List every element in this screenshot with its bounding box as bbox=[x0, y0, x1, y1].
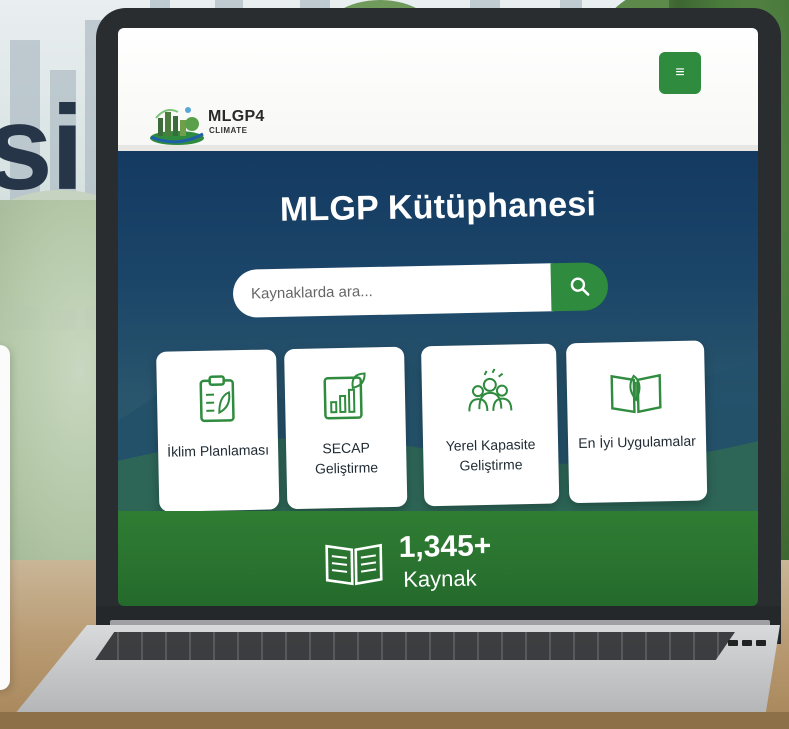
category-card-yerel-kapasite[interactable]: Yerel Kapasite Geliştirme bbox=[421, 343, 560, 507]
clipboard-leaf-icon bbox=[157, 373, 278, 426]
chart-growth-icon bbox=[285, 371, 406, 424]
background-partial-heading: si bbox=[0, 81, 84, 215]
usb-port bbox=[742, 640, 752, 646]
logo-city-leaf-icon bbox=[150, 107, 204, 145]
category-label: SECAP Geliştirme bbox=[314, 439, 379, 477]
category-label: En İyi Uygulamalar bbox=[578, 432, 696, 452]
logo-title: MLGP4 bbox=[208, 108, 265, 125]
usb-port bbox=[756, 640, 766, 646]
search-input[interactable] bbox=[232, 263, 554, 318]
search-button[interactable] bbox=[550, 262, 609, 312]
resource-count-stat: 1,345+ Kaynak bbox=[322, 528, 583, 603]
laptop-keyboard bbox=[95, 632, 735, 660]
people-group-icon bbox=[422, 368, 558, 421]
resource-count: 1,345+ bbox=[398, 529, 492, 564]
menu-button[interactable]: ≡ bbox=[659, 52, 701, 94]
search-bar bbox=[232, 262, 609, 318]
site-header: MLGP4 CLIMATE ≡ bbox=[118, 28, 758, 151]
resource-count-label: Kaynak bbox=[403, 565, 477, 592]
category-label: Yerel Kapasite Geliştirme bbox=[445, 435, 536, 474]
laptop-screen: MLGP4 CLIMATE ≡ MLGP Kütüphanesi Kaynakl… bbox=[118, 28, 758, 606]
logo-subtitle: CLIMATE bbox=[209, 126, 248, 135]
book-leaf-icon bbox=[566, 364, 705, 417]
category-card-secap-gelistirme[interactable]: SECAP Geliştirme bbox=[284, 346, 408, 510]
laptop-ports bbox=[728, 640, 768, 648]
open-book-icon bbox=[325, 543, 383, 586]
category-card-iklim-planlamasi[interactable]: İklim Planlaması bbox=[156, 349, 280, 512]
usb-port bbox=[728, 640, 738, 646]
search-icon bbox=[570, 277, 589, 296]
table-edge bbox=[0, 712, 789, 729]
category-card-en-iyi-uygulamalar[interactable]: En İyi Uygulamalar bbox=[565, 340, 708, 504]
category-label: İklim Planlaması bbox=[167, 441, 270, 460]
site-logo[interactable]: MLGP4 CLIMATE bbox=[148, 104, 308, 148]
hamburger-icon: ≡ bbox=[675, 64, 685, 81]
background-card bbox=[0, 345, 10, 690]
